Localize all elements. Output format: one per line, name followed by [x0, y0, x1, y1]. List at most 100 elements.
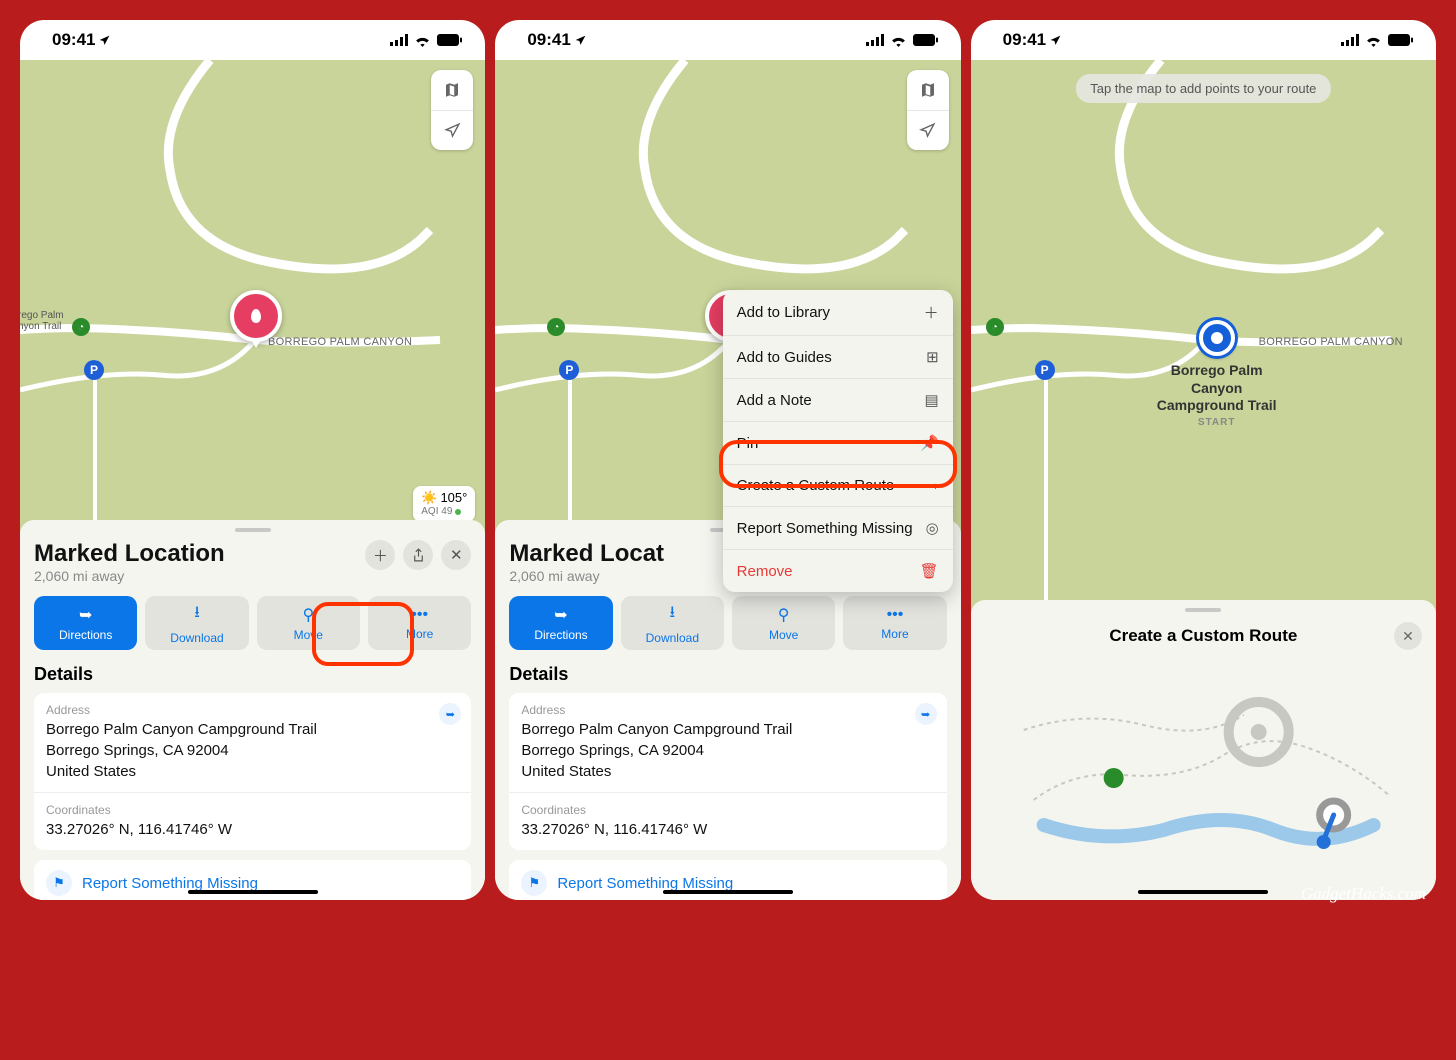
status-bar: 09:41	[495, 20, 960, 60]
weather-aqi: AQI 49	[421, 506, 452, 518]
wifi-icon	[890, 34, 907, 47]
custom-route-title: Create a Custom Route	[1109, 626, 1297, 646]
directions-button[interactable]: ➥Directions	[34, 596, 137, 650]
action-row: ➥Directions ⭳Download ⚲Move •••More	[34, 596, 471, 650]
parking-poi-icon[interactable]: P	[1035, 360, 1055, 380]
status-icons	[866, 34, 939, 47]
menu-pin[interactable]: Pin📌	[723, 422, 953, 465]
download-button[interactable]: ⭳Download	[145, 596, 248, 650]
download-button[interactable]: ⭳Download	[621, 596, 724, 650]
more-context-menu: Add to Library＋ Add to Guides⊞ Add a Not…	[723, 290, 953, 592]
route-start-pin[interactable]	[1199, 320, 1235, 356]
address-line-3: United States	[46, 761, 459, 782]
triptych-frame: 09:41 BORREGO PALM CANYON rego Palm nyon…	[16, 16, 1440, 904]
location-arrow-icon	[574, 34, 587, 47]
location-sheet[interactable]: Marked Location 2,060 mi away ＋ ✕ ➥Direc…	[20, 520, 485, 900]
plus-icon: ＋	[924, 302, 939, 323]
report-missing-link[interactable]: ⚑ Report Something Missing	[46, 864, 459, 900]
close-button[interactable]: ✕	[441, 540, 471, 570]
map-road-label: BORREGO PALM CANYON	[1259, 336, 1403, 348]
map-style-button[interactable]	[907, 70, 949, 110]
menu-custom-route[interactable]: Create a Custom Route⤳	[723, 465, 953, 507]
status-time: 09:41	[52, 30, 95, 50]
status-icons	[390, 34, 463, 47]
map-trail-label-2: nyon Trail	[20, 321, 61, 332]
sheet-title: Marked Location	[34, 540, 225, 568]
details-heading: Details	[34, 664, 471, 685]
menu-report-missing[interactable]: Report Something Missing◎	[723, 507, 953, 550]
watermark: GadgetHacks.com	[1301, 884, 1426, 904]
menu-add-library[interactable]: Add to Library＋	[723, 290, 953, 336]
more-button[interactable]: •••More	[368, 596, 471, 650]
battery-icon	[1388, 34, 1414, 47]
phone-screen-3: 09:41 BORREGO PALM CANYON Tap the map to…	[971, 20, 1436, 900]
route-icon: ⤳	[927, 477, 939, 494]
address-label: Address	[521, 703, 934, 717]
battery-icon	[437, 34, 463, 47]
custom-route-sheet[interactable]: Create a Custom Route ✕	[971, 600, 1436, 900]
sheet-title: Marked Locat	[509, 540, 669, 568]
directions-button[interactable]: ➥Directions	[509, 596, 612, 650]
phone-screen-2: 09:41 ◔ P	[495, 20, 960, 900]
report-missing-link[interactable]: ⚑ Report Something Missing	[521, 864, 934, 900]
map-view[interactable]: BORREGO PALM CANYON Tap the map to add p…	[971, 60, 1436, 612]
address-card[interactable]: ➥ Address Borrego Palm Canyon Campground…	[34, 693, 471, 850]
map-controls	[431, 70, 473, 150]
share-button[interactable]	[403, 540, 433, 570]
sheet-subtitle: 2,060 mi away	[34, 568, 225, 584]
menu-add-note[interactable]: Add a Note▤	[723, 379, 953, 422]
address-line-2: Borrego Springs, CA 92004	[521, 740, 934, 761]
address-card[interactable]: ➥ Address Borrego Palm Canyon Campground…	[509, 693, 946, 850]
dropped-pin[interactable]	[230, 290, 282, 342]
trash-icon: 🗑	[920, 562, 939, 580]
status-bar: 09:41	[20, 20, 485, 60]
parking-poi-icon[interactable]: P	[84, 360, 104, 380]
locate-me-button[interactable]	[907, 110, 949, 150]
start-sublabel: START	[1147, 417, 1287, 430]
weather-temp: 105°	[440, 490, 467, 506]
instruction-pill: Tap the map to add points to your route	[1076, 74, 1330, 103]
coordinates-value: 33.27026° N, 116.41746° W	[46, 819, 459, 840]
sheet-grabber[interactable]	[1185, 608, 1221, 612]
sheet-grabber[interactable]	[235, 528, 271, 532]
map-road-label: BORREGO PALM CANYON	[268, 336, 412, 348]
phone-screen-1: 09:41 BORREGO PALM CANYON rego Palm nyon…	[20, 20, 485, 900]
address-label: Address	[46, 703, 459, 717]
move-button[interactable]: ⚲Move	[257, 596, 360, 650]
map-view[interactable]: BORREGO PALM CANYON rego Palm nyon Trail…	[20, 60, 485, 532]
start-label: Borrego Palm Canyon Campground Trail STA…	[1147, 362, 1287, 429]
map-controls	[907, 70, 949, 150]
more-button[interactable]: •••More	[843, 596, 946, 650]
move-button[interactable]: ⚲Move	[732, 596, 835, 650]
details-heading: Details	[509, 664, 946, 685]
wifi-icon	[414, 34, 431, 47]
home-indicator[interactable]	[188, 890, 318, 894]
menu-add-guides[interactable]: Add to Guides⊞	[723, 336, 953, 379]
status-time: 09:41	[527, 30, 570, 50]
coordinates-label: Coordinates	[521, 803, 934, 817]
battery-icon	[913, 34, 939, 47]
map-trail-label-1: rego Palm	[20, 310, 64, 321]
menu-remove[interactable]: Remove🗑	[723, 550, 953, 592]
report-icon: ⚑	[521, 870, 547, 896]
add-button[interactable]: ＋	[365, 540, 395, 570]
trail-poi-icon[interactable]: ◔	[986, 318, 1004, 336]
trail-poi-icon[interactable]: ◔	[72, 318, 90, 336]
coordinates-value: 33.27026° N, 116.41746° W	[521, 819, 934, 840]
note-icon: ▤	[924, 391, 938, 409]
sheet-subtitle: 2,060 mi away	[509, 568, 669, 584]
coordinates-label: Coordinates	[46, 803, 459, 817]
links-card: ⚑ Report Something Missing 📍 Pin	[34, 860, 471, 900]
status-time: 09:41	[1003, 30, 1046, 50]
locate-me-button[interactable]	[431, 110, 473, 150]
address-line-3: United States	[521, 761, 934, 782]
home-indicator[interactable]	[1138, 890, 1268, 894]
home-indicator[interactable]	[663, 890, 793, 894]
map-style-button[interactable]	[431, 70, 473, 110]
close-button[interactable]: ✕	[1394, 622, 1422, 650]
address-line-2: Borrego Springs, CA 92004	[46, 740, 459, 761]
directions-mini-icon[interactable]: ➥	[915, 703, 937, 725]
route-illustration	[985, 660, 1422, 860]
weather-badge[interactable]: ☀️105° AQI 49	[413, 486, 475, 522]
status-icons	[1341, 34, 1414, 47]
